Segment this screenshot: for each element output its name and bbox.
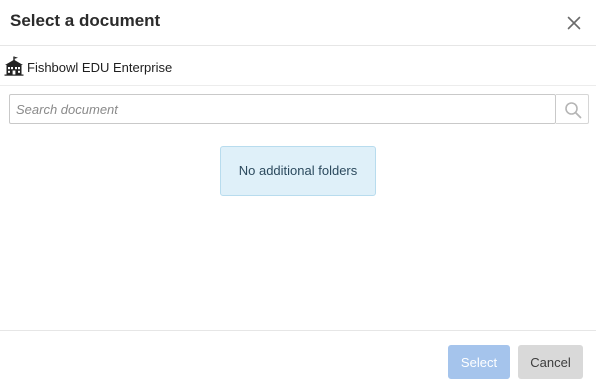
cancel-button[interactable]: Cancel bbox=[518, 345, 583, 379]
school-building-icon bbox=[4, 56, 24, 76]
search-button[interactable] bbox=[556, 94, 589, 124]
dialog-footer: Select Cancel bbox=[0, 330, 596, 388]
dialog-title: Select a document bbox=[10, 11, 161, 30]
breadcrumb-item-workspace[interactable]: Fishbowl EDU Enterprise bbox=[27, 60, 172, 75]
empty-state-message: No additional folders bbox=[220, 146, 376, 196]
breadcrumb: Fishbowl EDU Enterprise bbox=[0, 47, 596, 86]
select-button[interactable]: Select bbox=[448, 345, 510, 379]
search-input[interactable] bbox=[9, 94, 556, 124]
select-document-dialog: Select a document Fishbowl EDU Enterpris… bbox=[0, 0, 596, 388]
close-icon bbox=[567, 16, 581, 30]
close-button[interactable] bbox=[564, 13, 584, 33]
dialog-header: Select a document bbox=[0, 0, 596, 46]
search-icon bbox=[565, 102, 582, 119]
